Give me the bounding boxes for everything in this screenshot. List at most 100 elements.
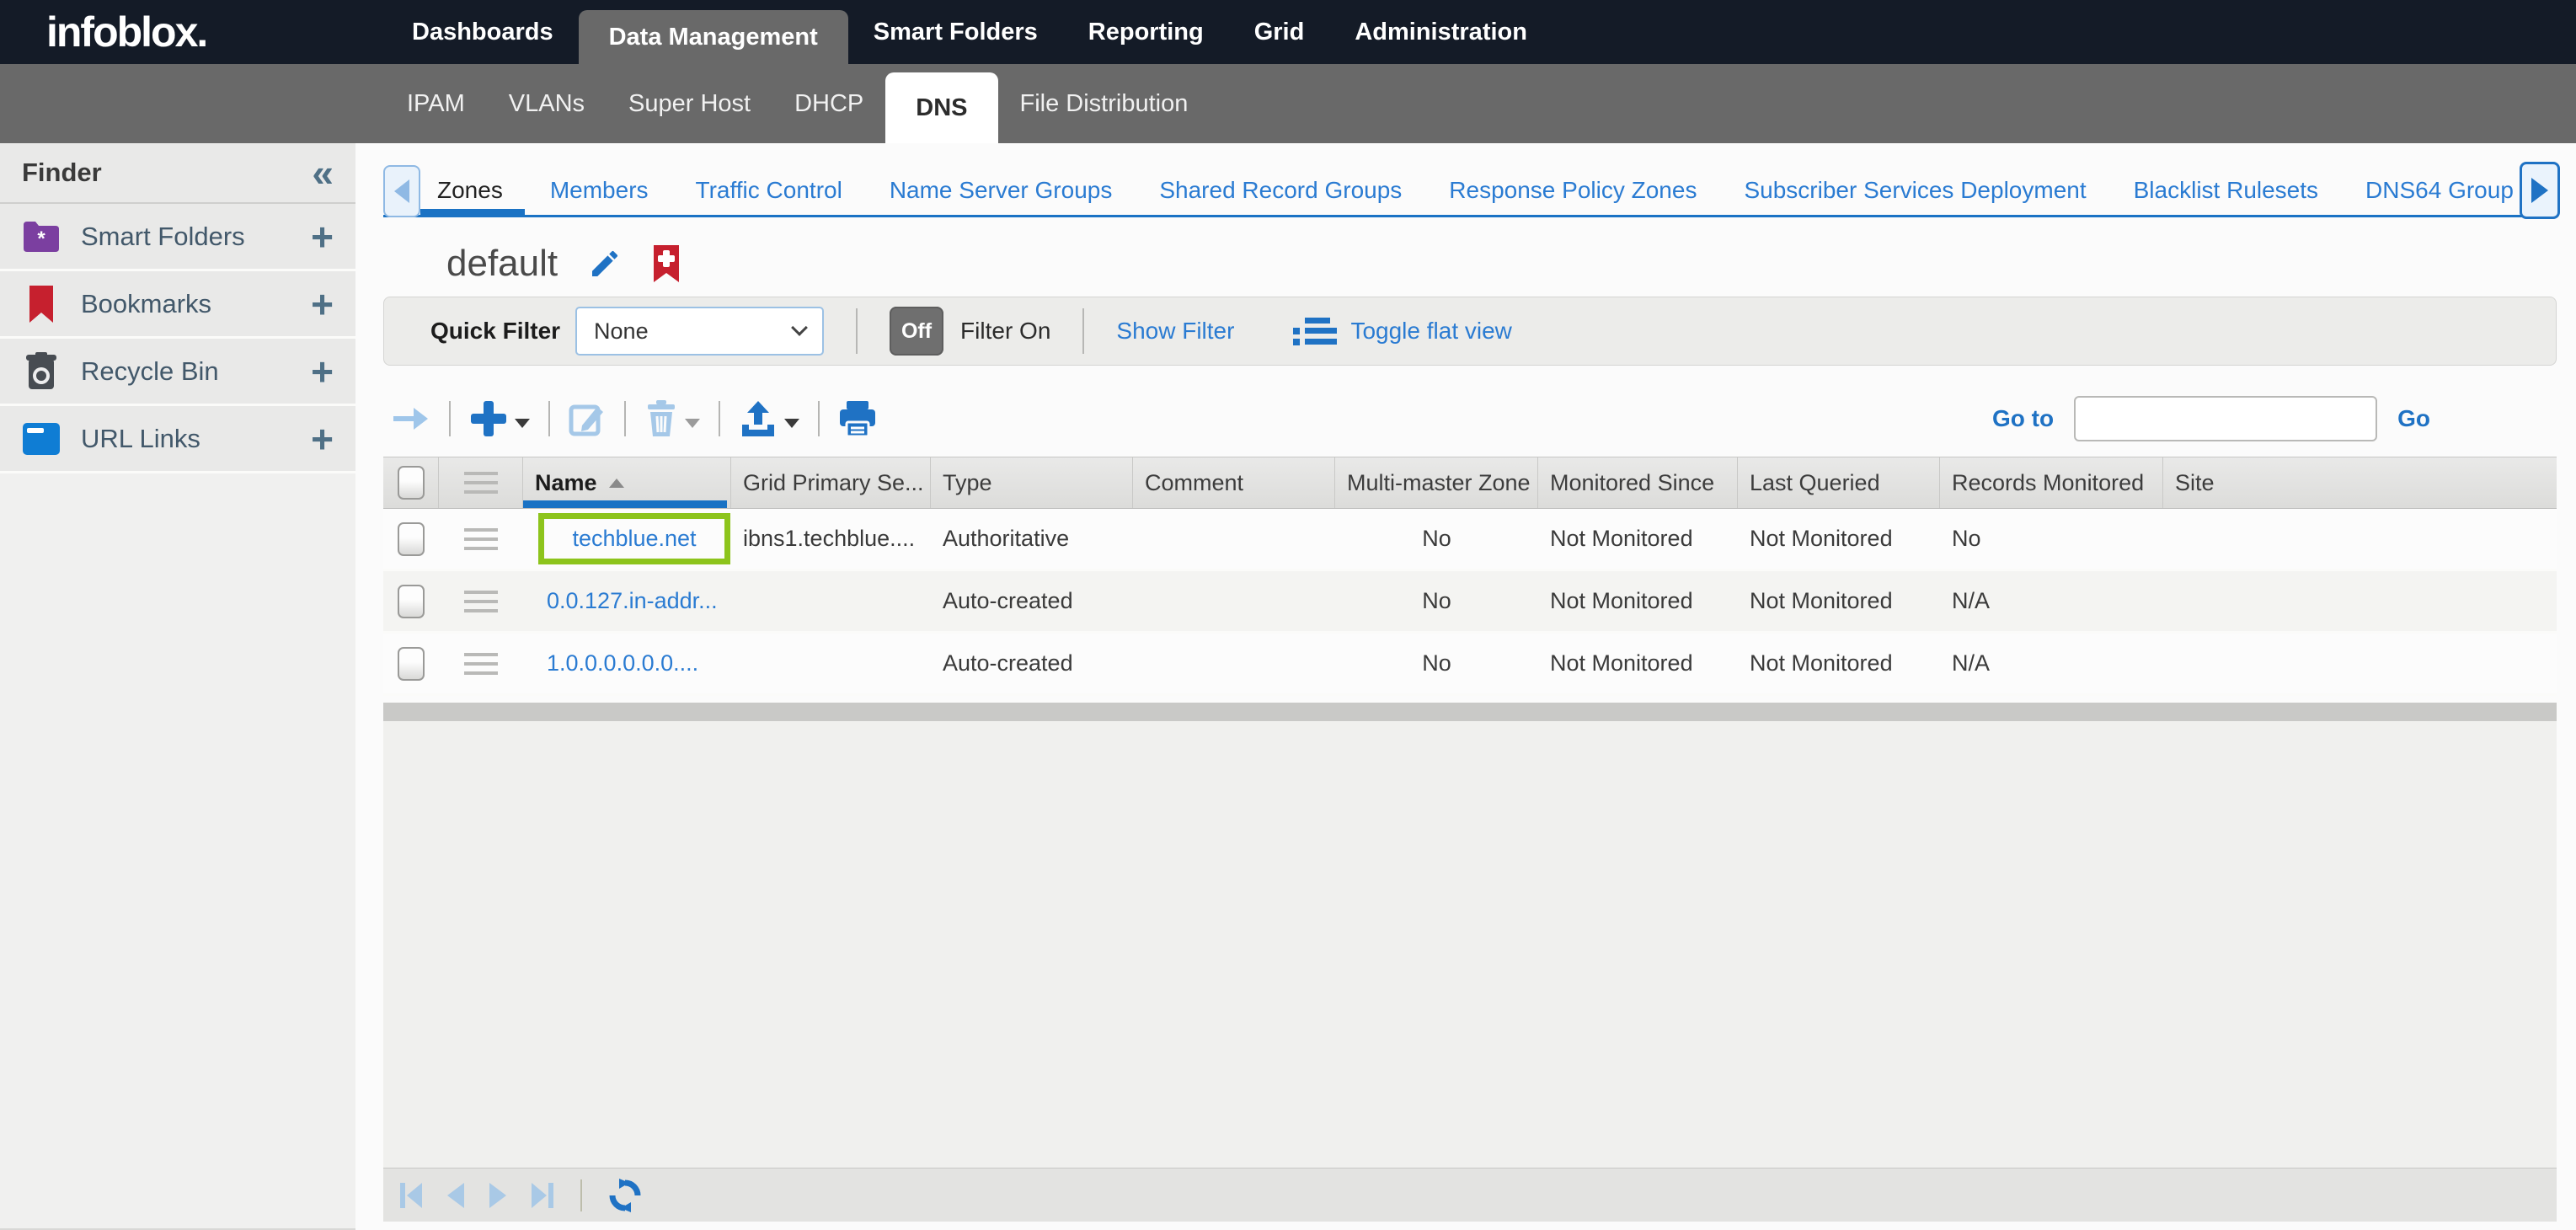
tab-zones[interactable]: Zones [437,177,503,204]
add-bookmark-page-button[interactable] [652,245,681,282]
filter-on-toggle[interactable]: Off [890,307,943,356]
last-page-button[interactable] [530,1181,555,1210]
delete-button[interactable] [644,399,700,438]
tab-scroll-right-button[interactable] [2520,162,2560,219]
open-record-button[interactable] [390,402,430,436]
add-url-link-button[interactable]: + [311,422,334,456]
cell-last-queried: Not Monitored [1738,571,1940,631]
column-header-multimaster[interactable]: Multi-master Zone [1335,457,1538,508]
column-header-last-queried[interactable]: Last Queried [1738,457,1940,508]
column-header-site[interactable]: Site [2163,457,2557,508]
page-title: default [446,243,558,285]
printer-icon [838,400,877,437]
previous-page-button[interactable] [446,1181,466,1210]
content: Finder « * Smart Folders + Bookmarks + [0,143,2576,1230]
cell-last-queried: Not Monitored [1738,634,1940,693]
subnav-item-dhcp[interactable]: DHCP [772,64,885,143]
column-label: Name [535,470,597,496]
goto-input[interactable] [2074,396,2377,441]
nav-item-data-management[interactable]: Data Management [579,10,848,64]
nav-item-administration[interactable]: Administration [1329,0,1553,64]
column-header-type[interactable]: Type [931,457,1133,508]
tab-response-policy-zones[interactable]: Response Policy Zones [1449,177,1697,204]
drag-handle-icon[interactable] [464,653,498,675]
finder-title: Finder [22,158,312,188]
column-header-comment[interactable]: Comment [1133,457,1335,508]
tab-scroll-left-button[interactable] [383,165,420,217]
zone-link[interactable]: 0.0.127.in-addr... [547,588,718,614]
first-page-button[interactable] [398,1181,424,1210]
toggle-flat-view-button[interactable]: Toggle flat view [1293,318,1511,345]
cell-name: 0.0.127.in-addr... [523,571,731,631]
add-bookmark-button[interactable]: + [311,287,334,321]
cell-records-monitored: N/A [1940,571,2163,631]
subnav-item-dns[interactable]: DNS [885,72,997,143]
subnav-item-super-host[interactable]: Super Host [607,64,772,143]
edit-title-button[interactable] [588,247,622,281]
cell-records-monitored: N/A [1940,634,2163,693]
select-all-checkbox-cell [383,457,439,508]
table-header-row: Name Grid Primary Se... Type Comment Mul… [383,457,2557,509]
column-header-monitored-since[interactable]: Monitored Since [1538,457,1738,508]
sidebar-item-label: Smart Folders [81,222,291,252]
cell-monitored-since: Not Monitored [1538,634,1738,693]
sidebar-item-bookmarks[interactable]: Bookmarks + [0,271,355,339]
show-filter-link[interactable]: Show Filter [1116,318,1234,345]
add-recycle-bin-button[interactable]: + [311,355,334,388]
row-checkbox[interactable] [398,647,425,681]
export-button[interactable] [739,399,799,438]
tab-shared-record-groups[interactable]: Shared Record Groups [1159,177,1402,204]
nav-item-smart-folders[interactable]: Smart Folders [848,0,1063,64]
sidebar-item-recycle-bin[interactable]: Recycle Bin + [0,339,355,406]
quick-filter-select[interactable]: None [575,307,824,356]
add-smart-folder-button[interactable]: + [311,220,334,254]
column-header-grid-primary[interactable]: Grid Primary Se... [731,457,931,508]
tab-subscriber-services-deployment[interactable]: Subscriber Services Deployment [1744,177,2086,204]
pagination-bar [383,1168,2557,1222]
go-button[interactable]: Go [2397,405,2430,432]
divider [1082,308,1084,354]
print-button[interactable] [838,400,877,437]
refresh-icon [607,1178,643,1213]
row-checkbox[interactable] [398,585,425,618]
drag-handle-icon[interactable] [464,528,498,550]
drag-handle-icon[interactable] [464,591,498,612]
tab-traffic-control[interactable]: Traffic Control [696,177,842,204]
active-tab-indicator [420,209,525,217]
subnav-item-file-distribution[interactable]: File Distribution [998,64,1211,143]
sidebar-empty-area [0,473,355,1230]
next-page-button[interactable] [488,1181,508,1210]
tab-underline [383,215,2557,217]
nav-item-grid[interactable]: Grid [1229,0,1330,64]
caret-down-icon [784,419,799,428]
chevron-left-icon [394,179,409,203]
collapse-sidebar-icon[interactable]: « [312,156,334,190]
tab-members[interactable]: Members [550,177,649,204]
cell-comment [1133,509,1335,569]
subnav-item-ipam[interactable]: IPAM [385,64,487,143]
zone-link[interactable]: techblue.net [572,526,696,552]
tab-name-server-groups[interactable]: Name Server Groups [890,177,1113,204]
edit-button[interactable] [569,400,606,437]
toggle-flat-view-label: Toggle flat view [1350,318,1511,345]
subnav-item-vlans[interactable]: VLANs [487,64,607,143]
edit-square-icon [569,400,606,437]
sidebar-item-url-links[interactable]: URL Links + [0,406,355,473]
tab-blacklist-rulesets[interactable]: Blacklist Rulesets [2134,177,2318,204]
sidebar-item-smart-folders[interactable]: * Smart Folders + [0,204,355,271]
plus-icon [469,399,508,438]
nav-item-dashboards[interactable]: Dashboards [387,0,579,64]
column-header-records-monitored[interactable]: Records Monitored [1940,457,2163,508]
add-button[interactable] [469,399,530,438]
nav-item-reporting[interactable]: Reporting [1063,0,1229,64]
cell-site [2163,509,2557,569]
highlight-box: techblue.net [538,513,730,564]
cell-name: techblue.net [523,509,731,569]
column-header-name[interactable]: Name [523,457,731,508]
row-checkbox[interactable] [398,522,425,556]
zone-link[interactable]: 1.0.0.0.0.0.0.... [547,650,698,676]
select-all-checkbox[interactable] [398,466,425,500]
tab-dns64-groups[interactable]: DNS64 Group [2365,177,2514,204]
grid-toolbar: Go to Go [383,394,2557,443]
refresh-button[interactable] [607,1178,643,1213]
